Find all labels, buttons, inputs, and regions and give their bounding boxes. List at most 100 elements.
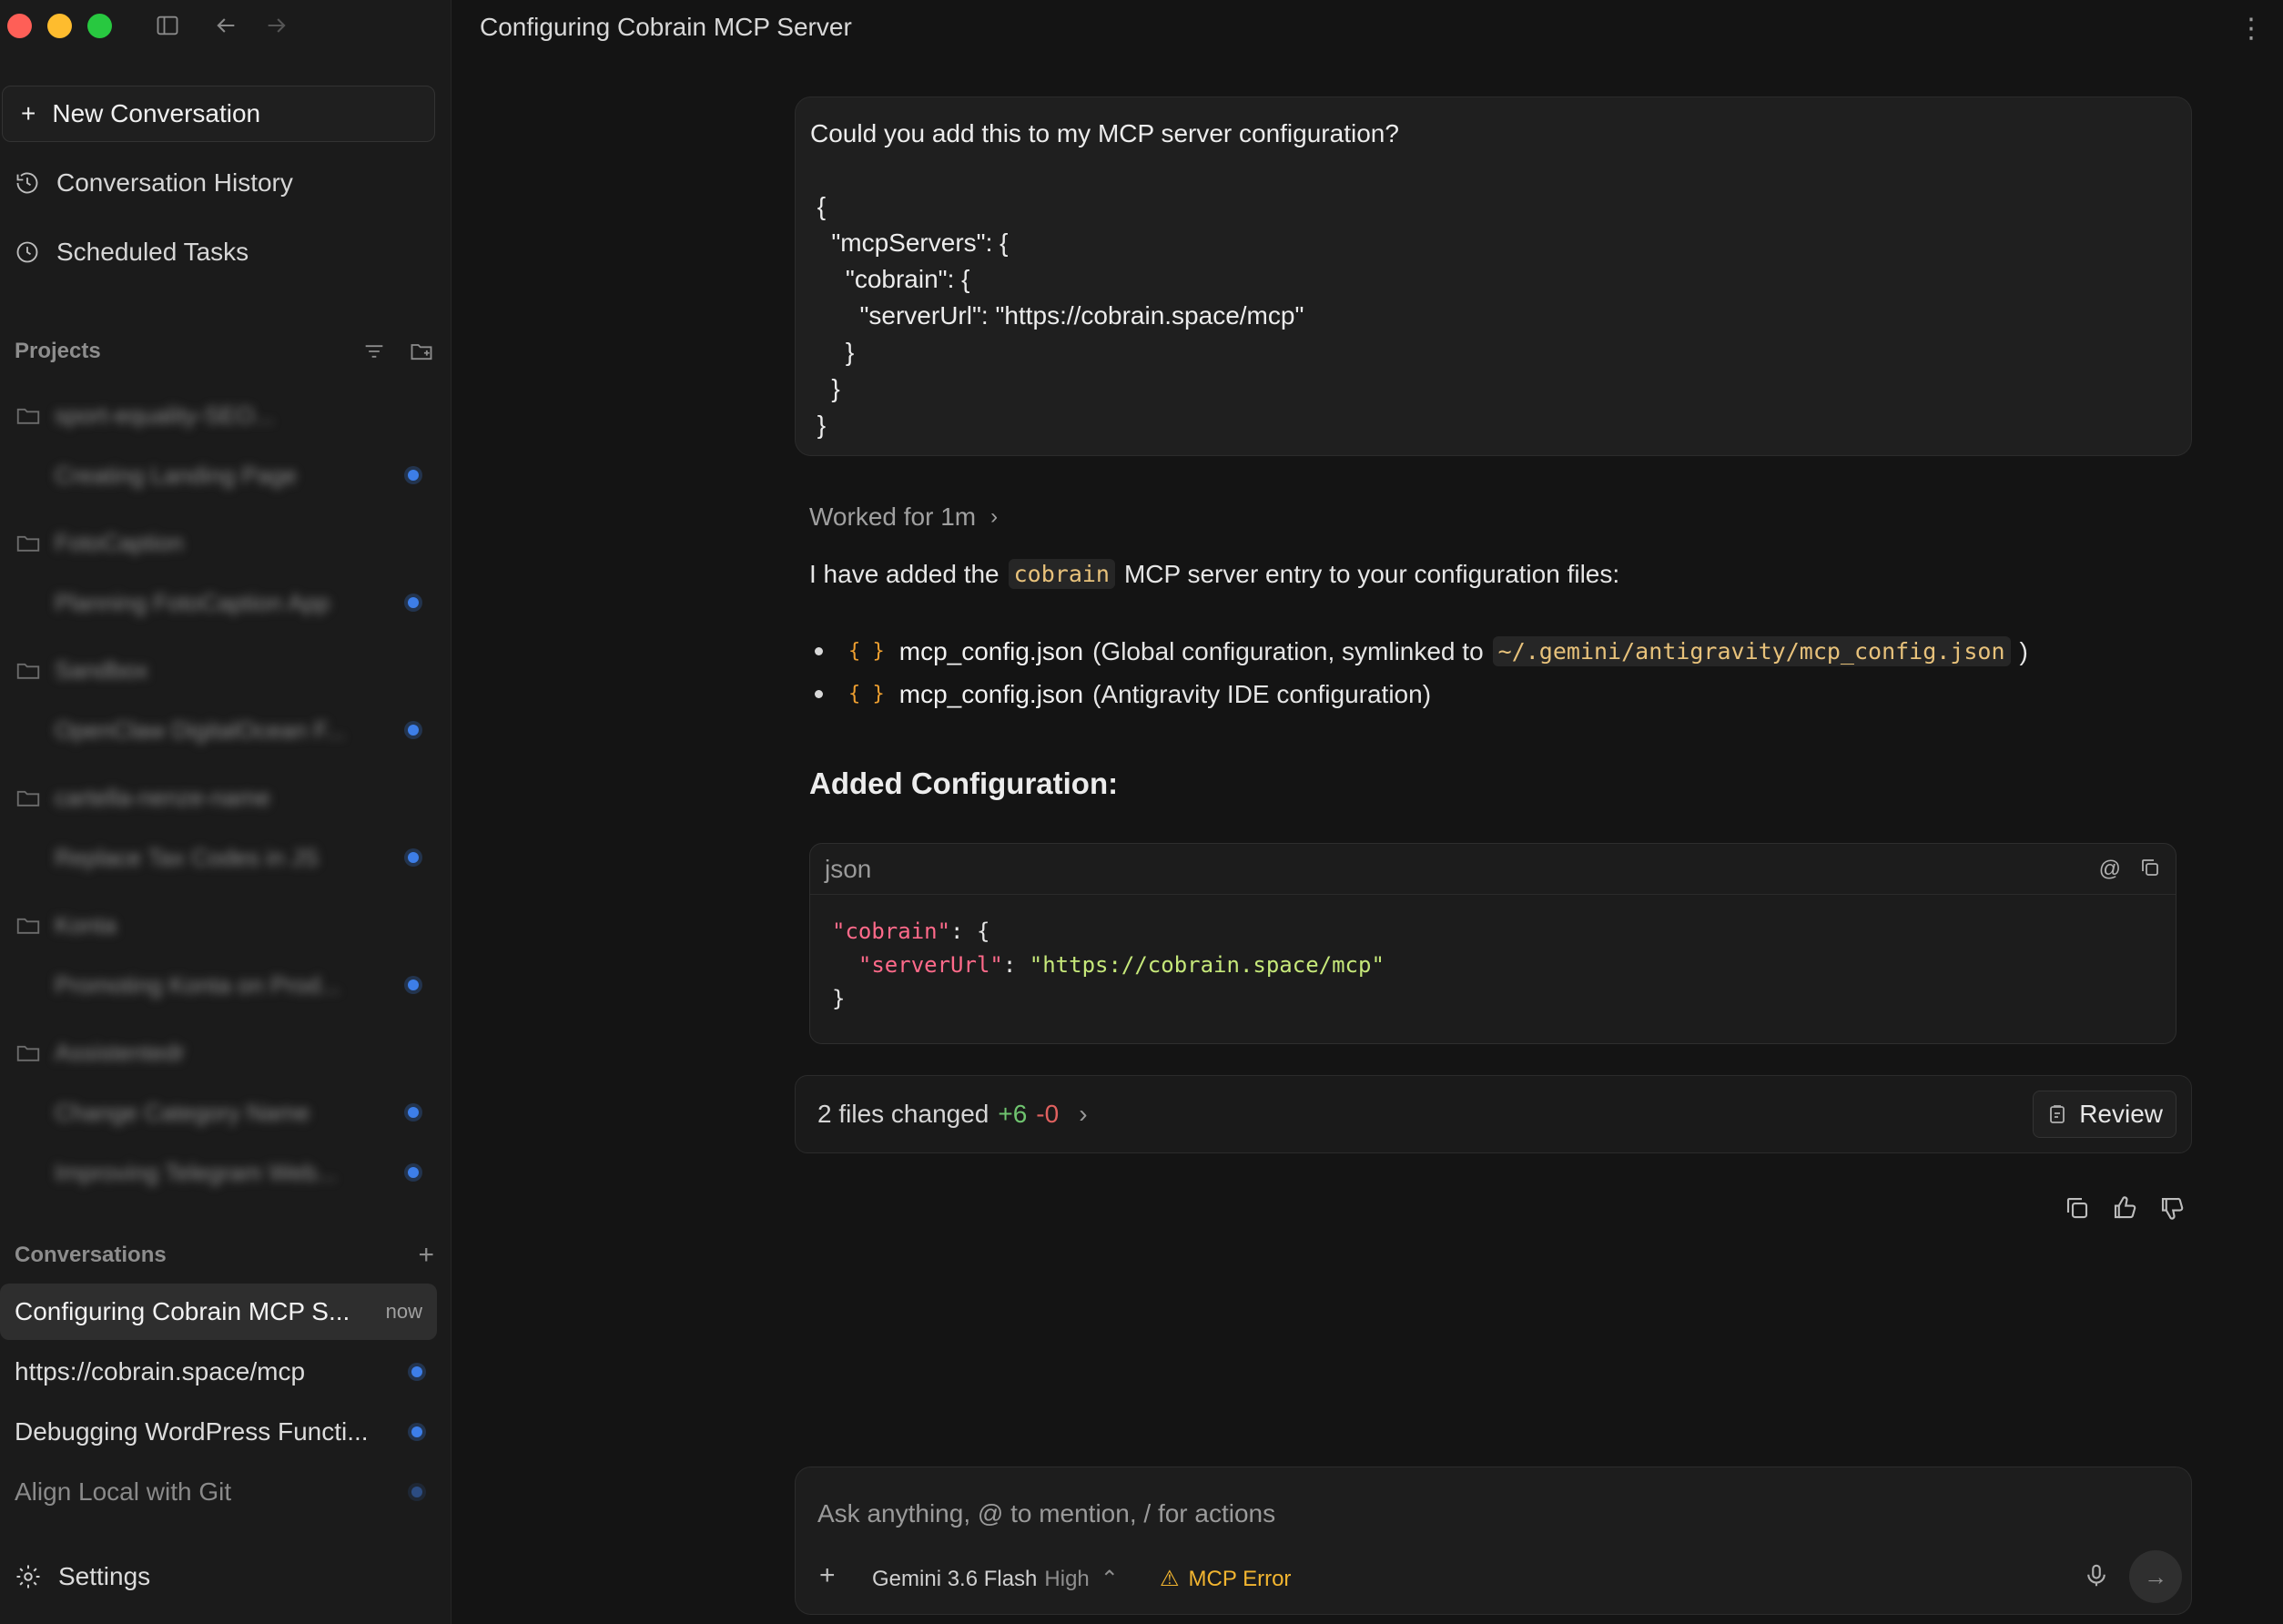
filter-icon[interactable]	[361, 339, 387, 364]
project-conversation-title: Planning FotoCaption App	[55, 588, 330, 616]
new-conversation-label: New Conversation	[52, 99, 261, 127]
projects-header: Projects	[15, 339, 434, 364]
bullet-dot	[815, 647, 823, 655]
conversations-header: Conversations +	[15, 1240, 434, 1271]
conversation-item[interactable]: Align Local with Git	[0, 1464, 437, 1520]
project-folder[interactable]: Assistentedr	[15, 1034, 434, 1071]
microphone-icon[interactable]	[2083, 1562, 2110, 1589]
answer-text: I have added the	[809, 559, 999, 588]
thumbs-up-icon[interactable]	[2111, 1194, 2138, 1222]
add-attachment-icon[interactable]: +	[819, 1560, 836, 1591]
review-icon	[2050, 1105, 2065, 1123]
maximize-window-button[interactable]	[87, 14, 112, 38]
forward-arrow-icon[interactable]	[262, 11, 291, 40]
plus-icon: +	[21, 99, 36, 127]
conversations-heading: Conversations	[15, 1243, 167, 1267]
nav-scheduled-tasks[interactable]: Scheduled Tasks	[15, 229, 249, 275]
project-folder[interactable]: Sandbox	[15, 652, 434, 688]
model-selector[interactable]: Gemini 3.6 Flash High ⌃	[872, 1566, 1119, 1592]
code-content: "cobrain": { "serverUrl": "https://cobra…	[810, 895, 2176, 1036]
project-conversation-title: Promoting Konta on Prod...	[55, 970, 340, 999]
project-conversation[interactable]: Improving Telegram Web...	[55, 1154, 419, 1191]
message-input[interactable]	[796, 1467, 2191, 1538]
clock-icon	[16, 241, 38, 263]
sidebar-toggle-icon[interactable]	[153, 11, 182, 40]
project-name: Assistentedr	[55, 1038, 186, 1066]
window-controls	[7, 14, 112, 38]
project-conversation[interactable]: Creating Landing Page	[55, 457, 419, 493]
answer-intro: I have added the cobrain MCP server entr…	[809, 559, 1619, 589]
code-block-header: json @	[810, 844, 2176, 895]
unread-dot	[408, 725, 419, 736]
file-path: ~/.gemini/antigravity/mcp_config.json	[1492, 636, 2011, 666]
projects-heading: Projects	[15, 339, 101, 363]
worked-for-label: Worked for 1m	[809, 502, 977, 531]
copy-icon[interactable]	[2139, 857, 2161, 878]
model-level: High	[1044, 1566, 1090, 1591]
nav-conversation-history[interactable]: Conversation History	[15, 160, 293, 206]
list-item: { } mcp_config.json (Antigravity IDE con…	[815, 673, 2028, 716]
folder-icon	[16, 663, 40, 679]
conversation-item[interactable]: Debugging WordPress Functi...	[0, 1404, 437, 1460]
add-conversation-icon[interactable]: +	[418, 1240, 434, 1271]
files-changed-card[interactable]: 2 files changed +6 -0 › Review	[795, 1075, 2192, 1153]
code-block: json @ "cobrain": { "serverUrl": "https:…	[809, 843, 2176, 1044]
mention-icon[interactable]: @	[2099, 857, 2121, 882]
unread-dot	[408, 470, 419, 481]
project-conversation[interactable]: OpenClaw DigitalOcean F...	[55, 712, 419, 748]
project-folder[interactable]: Konta	[15, 907, 434, 943]
thumbs-down-icon[interactable]	[2158, 1194, 2186, 1222]
code-token: }	[832, 986, 846, 1011]
project-folder[interactable]: sport-equality-SEO...	[15, 397, 434, 433]
send-button[interactable]: →	[2129, 1550, 2182, 1603]
chevron-right-icon: ›	[1079, 1100, 1088, 1128]
unread-dot	[408, 1107, 419, 1118]
review-button[interactable]: Review	[2033, 1091, 2176, 1138]
project-conversation[interactable]: Promoting Konta on Prod...	[55, 967, 419, 1003]
folder-icon	[16, 918, 40, 934]
sidebar: + New Conversation Conversation History …	[0, 0, 452, 1624]
gear-icon	[16, 1565, 40, 1588]
settings-label: Settings	[58, 1562, 151, 1590]
nav-label: Conversation History	[56, 168, 293, 197]
conversation-time: now	[385, 1300, 422, 1323]
folder-icon	[16, 1045, 40, 1061]
code-token: :	[1002, 952, 1030, 978]
mcp-status[interactable]: ⚠ MCP Error	[1160, 1566, 1291, 1592]
project-name: cartella-nenze-name	[55, 783, 271, 811]
project-name: sport-equality-SEO...	[55, 401, 275, 429]
file-link[interactable]: mcp_config.json	[899, 680, 1083, 709]
project-conversation-title: Improving Telegram Web...	[55, 1158, 337, 1186]
unread-dot	[408, 1167, 419, 1178]
unread-dot	[408, 597, 419, 608]
new-conversation-button[interactable]: + New Conversation	[2, 86, 435, 142]
code-token: : {	[950, 919, 990, 944]
project-conversation[interactable]: Planning FotoCaption App	[55, 584, 419, 621]
worked-for-toggle[interactable]: Worked for 1m ›	[809, 502, 998, 532]
project-folder[interactable]: FotoCaption	[15, 524, 434, 561]
code-token: "cobrain"	[832, 919, 951, 944]
project-conversation[interactable]: Change Category Name	[55, 1094, 419, 1131]
project-folder[interactable]: cartella-nenze-name	[15, 779, 434, 816]
more-options-icon[interactable]: ⋮	[2237, 13, 2265, 45]
mcp-status-label: MCP Error	[1188, 1566, 1292, 1591]
new-folder-icon[interactable]	[409, 339, 434, 364]
conversation-item-active[interactable]: Configuring Cobrain MCP S... now	[0, 1284, 437, 1340]
project-name: Sandbox	[55, 655, 148, 684]
file-description: (Antigravity IDE configuration)	[1092, 679, 1432, 708]
project-conversation-title: Replace Tax Codes in JS	[55, 843, 320, 871]
close-window-button[interactable]	[7, 14, 32, 38]
project-conversation-title: Creating Landing Page	[55, 461, 297, 489]
section-heading: Added Configuration:	[809, 766, 1119, 800]
back-arrow-icon[interactable]	[211, 11, 240, 40]
minimize-window-button[interactable]	[47, 14, 72, 38]
file-link[interactable]: mcp_config.json	[899, 637, 1083, 666]
project-conversation[interactable]: Replace Tax Codes in JS	[55, 839, 419, 876]
conversation-item[interactable]: https://cobrain.space/mcp	[0, 1344, 437, 1400]
message-actions	[2064, 1194, 2186, 1222]
settings-button[interactable]: Settings	[15, 1562, 150, 1591]
files-list: { } mcp_config.json (Global configuratio…	[815, 630, 2028, 716]
copy-icon[interactable]	[2064, 1194, 2091, 1222]
list-item: { } mcp_config.json (Global configuratio…	[815, 630, 2028, 673]
page-title: Configuring Cobrain MCP Server	[480, 13, 852, 41]
